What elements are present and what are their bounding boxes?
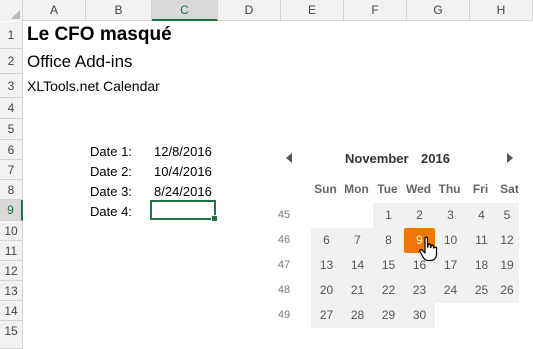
- weekday-sun: Sun: [314, 182, 337, 196]
- calendar-day[interactable]: 14: [342, 253, 373, 278]
- calendar-day[interactable]: 13: [311, 253, 342, 278]
- calendar-day[interactable]: 21: [342, 278, 373, 303]
- row-header-9[interactable]: 9: [0, 200, 23, 221]
- weekday-sat: Sat: [500, 182, 519, 196]
- select-all-corner[interactable]: [0, 0, 23, 21]
- next-month-arrow-icon[interactable]: [507, 153, 513, 163]
- row-header-13[interactable]: 13: [0, 281, 23, 301]
- date-label-4[interactable]: Date 4:: [90, 204, 132, 219]
- row-header-7[interactable]: 7: [0, 160, 23, 180]
- prev-month-arrow-icon[interactable]: [286, 153, 292, 163]
- calendar-day[interactable]: 24: [435, 278, 466, 303]
- row-header-11[interactable]: 11: [0, 241, 23, 261]
- date-label-2[interactable]: Date 2:: [90, 164, 132, 179]
- calendar-year-label[interactable]: 2016: [421, 151, 450, 166]
- row-header-8[interactable]: 8: [0, 180, 23, 200]
- weekday-tue: Tue: [377, 182, 398, 196]
- column-header-h[interactable]: H: [470, 0, 533, 21]
- weekday-wed: Wed: [405, 182, 432, 196]
- calendar-month-label[interactable]: November: [345, 151, 409, 166]
- column-header-f[interactable]: F: [344, 0, 407, 21]
- date-value-3[interactable]: 8/24/2016: [154, 184, 212, 199]
- calendar-day[interactable]: 29: [373, 303, 404, 328]
- calendar-day[interactable]: 25: [466, 278, 497, 303]
- date-value-2[interactable]: 10/4/2016: [154, 164, 212, 179]
- calendar-day[interactable]: 7: [342, 228, 373, 253]
- column-header-b[interactable]: B: [86, 0, 152, 21]
- row-header-5[interactable]: 5: [0, 119, 23, 140]
- calendar-day[interactable]: 23: [404, 278, 435, 303]
- calendar-day[interactable]: 12: [495, 228, 519, 253]
- cell-a3-text[interactable]: XLTools.net Calendar: [27, 78, 160, 94]
- calendar-day[interactable]: 30: [404, 303, 435, 328]
- hand-pointer-cursor-icon: [419, 236, 438, 262]
- calendar-day[interactable]: 27: [311, 303, 342, 328]
- column-header-c[interactable]: C: [152, 0, 218, 21]
- calendar-day[interactable]: 8: [373, 228, 404, 253]
- calendar-day[interactable]: 5: [495, 203, 519, 228]
- column-header-bar: A B C D E F G H: [0, 0, 533, 21]
- row-header-3[interactable]: 3: [0, 74, 23, 98]
- calendar-day[interactable]: 26: [495, 278, 519, 303]
- row-header-2[interactable]: 2: [0, 49, 23, 74]
- date-label-1[interactable]: Date 1:: [90, 144, 132, 159]
- calendar-day[interactable]: 22: [373, 278, 404, 303]
- calendar-day[interactable]: 6: [311, 228, 342, 253]
- column-header-g[interactable]: G: [407, 0, 470, 21]
- calendar-day[interactable]: 3: [435, 203, 466, 228]
- calendar-day[interactable]: 1: [373, 203, 404, 228]
- calendar-day[interactable]: 4: [466, 203, 497, 228]
- row-header-14[interactable]: 14: [0, 301, 23, 321]
- weekday-fri: Fri: [472, 182, 489, 196]
- cell-a2-subtitle[interactable]: Office Add-ins: [27, 52, 133, 72]
- calendar-day[interactable]: 28: [342, 303, 373, 328]
- calendar-day[interactable]: 18: [466, 253, 497, 278]
- column-header-d[interactable]: D: [218, 0, 281, 21]
- week-number: 48: [277, 284, 291, 296]
- active-cell-c9[interactable]: [150, 200, 218, 222]
- week-number: 49: [277, 309, 291, 321]
- row-header-1[interactable]: 1: [0, 22, 23, 49]
- row-header-6[interactable]: 6: [0, 140, 23, 160]
- weekday-mon: Mon: [344, 182, 369, 196]
- row-header-4[interactable]: 4: [0, 98, 23, 119]
- week-number: 46: [277, 234, 291, 246]
- calendar-day[interactable]: 2: [404, 203, 435, 228]
- row-header-10[interactable]: 10: [0, 221, 23, 241]
- calendar-day[interactable]: 11: [466, 228, 497, 253]
- calendar-day[interactable]: 20: [311, 278, 342, 303]
- row-header-15[interactable]: 15: [0, 321, 23, 349]
- cell-a1-title[interactable]: Le CFO masqué: [27, 24, 172, 46]
- weekday-thu: Thu: [438, 182, 461, 196]
- calendar-day[interactable]: 19: [495, 253, 519, 278]
- calendar-day[interactable]: 15: [373, 253, 404, 278]
- column-header-a[interactable]: A: [23, 0, 86, 21]
- date-value-1[interactable]: 12/8/2016: [154, 144, 212, 159]
- row-header-12[interactable]: 12: [0, 261, 23, 281]
- column-header-e[interactable]: E: [281, 0, 344, 21]
- week-number: 47: [277, 259, 291, 271]
- week-number: 45: [277, 209, 291, 221]
- date-label-3[interactable]: Date 3:: [90, 184, 132, 199]
